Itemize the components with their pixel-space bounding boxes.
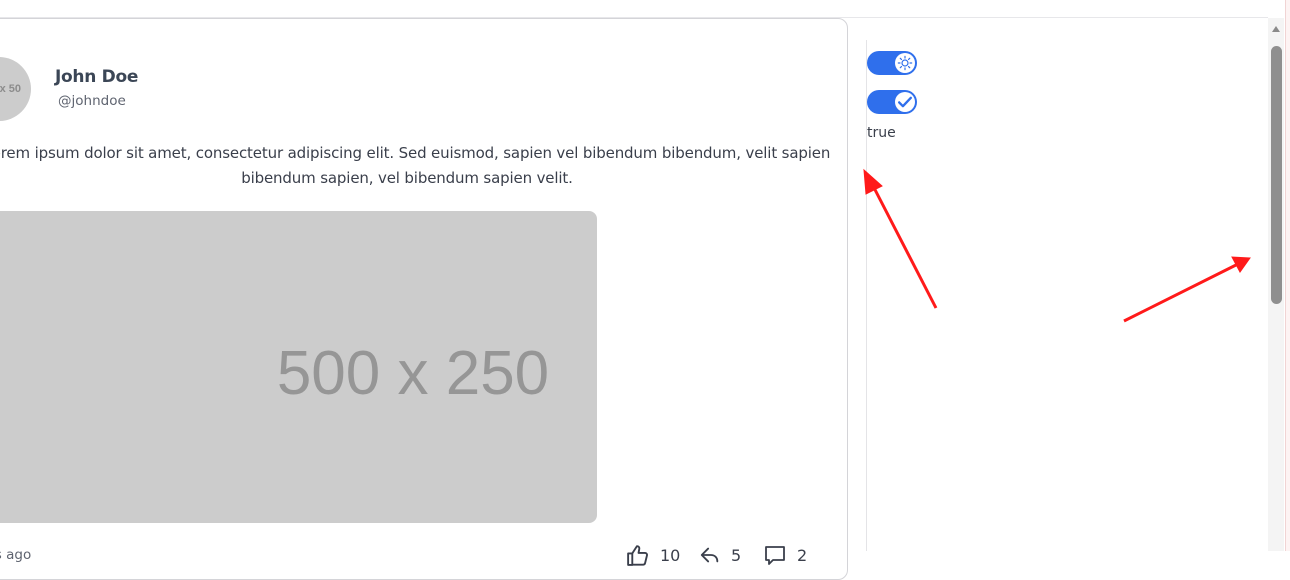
annotation-arrows xyxy=(863,168,1251,323)
annotation-arrow-right xyxy=(1123,256,1251,323)
annotation-arrow-left xyxy=(863,168,938,309)
